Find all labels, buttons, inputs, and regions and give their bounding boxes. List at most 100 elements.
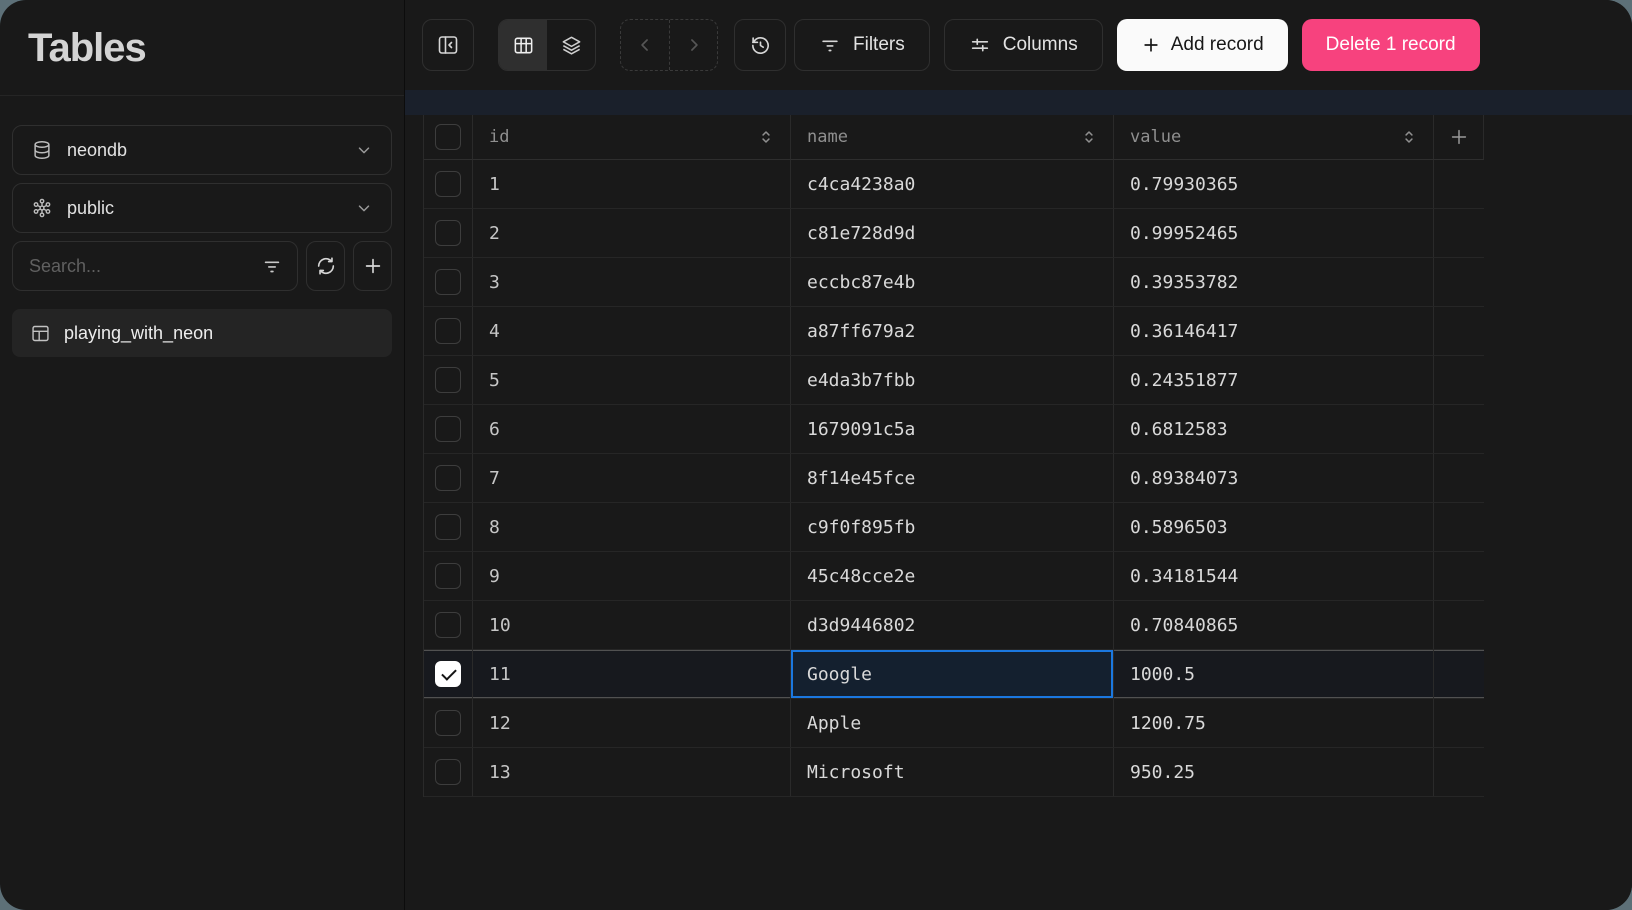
- add-record-button[interactable]: Add record: [1117, 19, 1288, 71]
- cell-id[interactable]: 3: [473, 258, 791, 306]
- column-header-id[interactable]: id: [473, 115, 791, 160]
- row-checkbox[interactable]: [435, 661, 461, 687]
- row-checkbox[interactable]: [435, 759, 461, 785]
- row-checkbox[interactable]: [435, 710, 461, 736]
- cell-id[interactable]: 5: [473, 356, 791, 404]
- sidebar-header: Tables: [0, 0, 404, 96]
- view-mode-switch: [498, 19, 596, 71]
- cell-id[interactable]: 9: [473, 552, 791, 600]
- cell-value-text: 0.70840865: [1130, 615, 1238, 636]
- column-header-value[interactable]: value: [1114, 115, 1434, 160]
- cell-value[interactable]: 950.25: [1114, 748, 1434, 796]
- cell-value[interactable]: 0.36146417: [1114, 307, 1434, 355]
- prev-page-button[interactable]: [621, 20, 669, 70]
- cell-name-text: c4ca4238a0: [807, 174, 915, 195]
- cell-name-text: Microsoft: [807, 762, 905, 783]
- cell-name[interactable]: d3d9446802: [791, 601, 1114, 649]
- schema-select[interactable]: public: [12, 183, 392, 233]
- cell-name[interactable]: c81e728d9d: [791, 209, 1114, 257]
- cell-name[interactable]: 1679091c5a: [791, 405, 1114, 453]
- cell-value[interactable]: 1200.75: [1114, 699, 1434, 747]
- cell-value[interactable]: 0.6812583: [1114, 405, 1434, 453]
- table-row: 78f14e45fce0.89384073: [424, 454, 1484, 503]
- cell-id[interactable]: 8: [473, 503, 791, 551]
- schema-select-value: public: [67, 198, 341, 219]
- cell-name[interactable]: eccbc87e4b: [791, 258, 1114, 306]
- layers-icon: [560, 34, 583, 57]
- table-view-button[interactable]: [499, 20, 547, 70]
- cell-value[interactable]: 0.34181544: [1114, 552, 1434, 600]
- cell-name[interactable]: c9f0f895fb: [791, 503, 1114, 551]
- cell-value[interactable]: 0.24351877: [1114, 356, 1434, 404]
- row-checkbox[interactable]: [435, 171, 461, 197]
- cell-name[interactable]: Google: [791, 650, 1114, 698]
- columns-button[interactable]: Columns: [944, 19, 1103, 71]
- cell-value[interactable]: 0.89384073: [1114, 454, 1434, 502]
- cell-id[interactable]: 1: [473, 160, 791, 208]
- cell-id[interactable]: 4: [473, 307, 791, 355]
- row-checkbox[interactable]: [435, 612, 461, 638]
- database-select[interactable]: neondb: [12, 125, 392, 175]
- select-all-checkbox[interactable]: [435, 124, 461, 150]
- delete-record-button[interactable]: Delete 1 record: [1302, 19, 1480, 71]
- search-input[interactable]: [29, 256, 261, 277]
- grid-view-icon: [512, 34, 535, 57]
- cell-id-text: 3: [489, 272, 500, 293]
- row-checkbox[interactable]: [435, 367, 461, 393]
- filter-icon[interactable]: [261, 255, 283, 277]
- next-page-button[interactable]: [669, 20, 717, 70]
- plus-icon: [1141, 35, 1161, 55]
- cell-id[interactable]: 2: [473, 209, 791, 257]
- cell-value-text: 1000.5: [1130, 664, 1195, 685]
- cell-value[interactable]: 0.79930365: [1114, 160, 1434, 208]
- cell-id[interactable]: 11: [473, 650, 791, 698]
- cell-value[interactable]: 0.5896503: [1114, 503, 1434, 551]
- cell-name[interactable]: a87ff679a2: [791, 307, 1114, 355]
- row-checkbox-cell: [424, 503, 473, 551]
- cell-value-text: 0.34181544: [1130, 566, 1238, 587]
- layers-view-button[interactable]: [547, 20, 595, 70]
- row-checkbox[interactable]: [435, 563, 461, 589]
- panel-left-icon: [436, 33, 460, 57]
- row-checkbox-cell: [424, 356, 473, 404]
- add-table-button[interactable]: [353, 241, 392, 291]
- cell-id[interactable]: 7: [473, 454, 791, 502]
- cell-value[interactable]: 0.99952465: [1114, 209, 1434, 257]
- cell-name[interactable]: 45c48cce2e: [791, 552, 1114, 600]
- cell-name[interactable]: 8f14e45fce: [791, 454, 1114, 502]
- cell-value-text: 0.99952465: [1130, 223, 1238, 244]
- add-column-button[interactable]: [1434, 115, 1484, 160]
- toggle-sidebar-button[interactable]: [422, 19, 474, 71]
- row-checkbox-cell: [424, 258, 473, 306]
- cell-id-text: 13: [489, 762, 511, 783]
- row-checkbox[interactable]: [435, 220, 461, 246]
- cell-id[interactable]: 12: [473, 699, 791, 747]
- sidebar-item-playing-with-neon[interactable]: playing_with_neon: [12, 309, 392, 357]
- history-button[interactable]: [734, 19, 786, 71]
- row-checkbox[interactable]: [435, 318, 461, 344]
- refresh-button[interactable]: [306, 241, 345, 291]
- cell-value[interactable]: 1000.5: [1114, 650, 1434, 698]
- table-row: 3 eccbc87e4b0.39353782: [424, 258, 1484, 307]
- row-checkbox[interactable]: [435, 465, 461, 491]
- row-checkbox[interactable]: [435, 514, 461, 540]
- cell-name[interactable]: e4da3b7fbb: [791, 356, 1114, 404]
- cell-value[interactable]: 0.39353782: [1114, 258, 1434, 306]
- toolbar: Filters Columns Add record Delete 1 reco…: [405, 0, 1632, 90]
- cell-name[interactable]: Apple: [791, 699, 1114, 747]
- cell-name[interactable]: c4ca4238a0: [791, 160, 1114, 208]
- chevron-right-icon: [684, 35, 704, 55]
- row-checkbox[interactable]: [435, 269, 461, 295]
- cell-name[interactable]: Microsoft: [791, 748, 1114, 796]
- cell-id[interactable]: 13: [473, 748, 791, 796]
- row-checkbox[interactable]: [435, 416, 461, 442]
- data-grid: id name value: [423, 115, 1484, 797]
- cell-value[interactable]: 0.70840865: [1114, 601, 1434, 649]
- sort-icon: [1079, 127, 1099, 147]
- cell-id[interactable]: 10: [473, 601, 791, 649]
- cell-id-text: 8: [489, 517, 500, 538]
- cell-id[interactable]: 6: [473, 405, 791, 453]
- row-checkbox-cell: [424, 454, 473, 502]
- column-header-name[interactable]: name: [791, 115, 1114, 160]
- filters-button[interactable]: Filters: [794, 19, 930, 71]
